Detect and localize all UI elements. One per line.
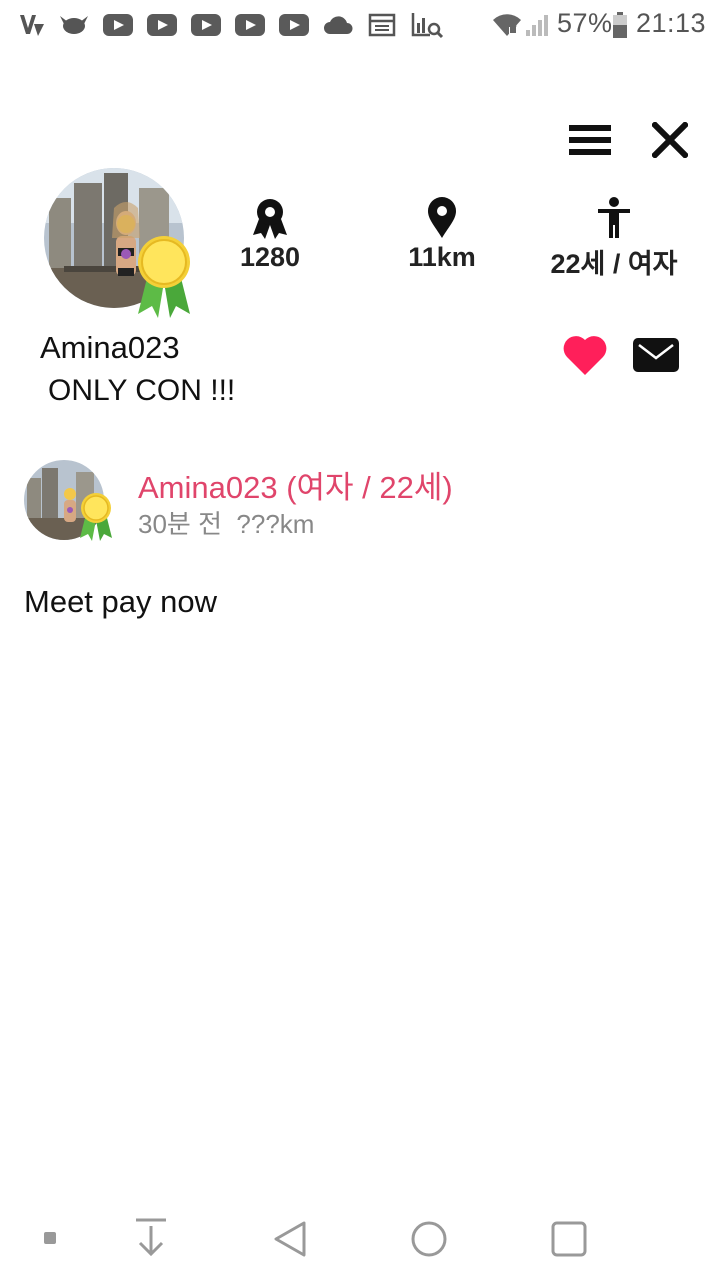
stat-distance-value: 11km bbox=[408, 242, 476, 272]
navigation-bar bbox=[0, 1196, 720, 1280]
close-button[interactable] bbox=[646, 116, 694, 164]
recents-icon[interactable] bbox=[550, 1220, 588, 1262]
stat-age-gender-value: 22세 / 여자 bbox=[550, 249, 678, 279]
battery-percent: 57% bbox=[557, 8, 613, 38]
home-icon[interactable] bbox=[410, 1220, 448, 1262]
download-icon[interactable] bbox=[134, 1218, 168, 1262]
stat-points: 1280 bbox=[185, 196, 355, 273]
status-bar: 57% 21:13 bbox=[0, 0, 720, 52]
close-icon bbox=[652, 122, 688, 158]
like-button[interactable] bbox=[562, 334, 608, 376]
post-title[interactable]: Amina023 (여자 / 22세) bbox=[138, 462, 453, 507]
square-dot-icon[interactable] bbox=[44, 1232, 56, 1244]
post-award-badge-icon bbox=[78, 492, 114, 542]
menu-button[interactable] bbox=[566, 116, 614, 164]
battery-icon bbox=[612, 12, 628, 38]
youtube-icon bbox=[103, 14, 133, 36]
menu-icon bbox=[569, 125, 611, 155]
mail-icon bbox=[633, 338, 679, 372]
post-meta: 30분 전 ???km bbox=[138, 509, 315, 539]
back-icon[interactable] bbox=[272, 1220, 308, 1262]
message-button[interactable] bbox=[632, 336, 680, 374]
youtube-icon bbox=[235, 14, 265, 36]
calendar-icon bbox=[368, 12, 396, 38]
clock: 21:13 bbox=[636, 8, 707, 38]
wifi-icon bbox=[492, 12, 522, 38]
bird-icon bbox=[58, 12, 90, 38]
stat-points-value: 1280 bbox=[239, 242, 301, 272]
stat-age-gender: 22세 / 여자 bbox=[529, 196, 699, 281]
heart-icon bbox=[563, 336, 607, 375]
vpn-icon bbox=[18, 12, 46, 38]
award-icon bbox=[185, 196, 355, 240]
youtube-icon bbox=[191, 14, 221, 36]
post-body: Meet pay now bbox=[24, 584, 217, 619]
youtube-icon bbox=[279, 14, 309, 36]
stat-distance: 11km bbox=[357, 196, 527, 273]
profile-status-message: ONLY CON !!! bbox=[48, 374, 236, 407]
cloud-icon bbox=[322, 12, 354, 38]
profile-username: Amina023 bbox=[40, 330, 180, 365]
youtube-icon bbox=[147, 14, 177, 36]
location-pin-icon bbox=[357, 196, 527, 240]
person-icon bbox=[529, 196, 699, 240]
chart-search-icon bbox=[410, 12, 444, 39]
signal-icon bbox=[524, 12, 552, 38]
